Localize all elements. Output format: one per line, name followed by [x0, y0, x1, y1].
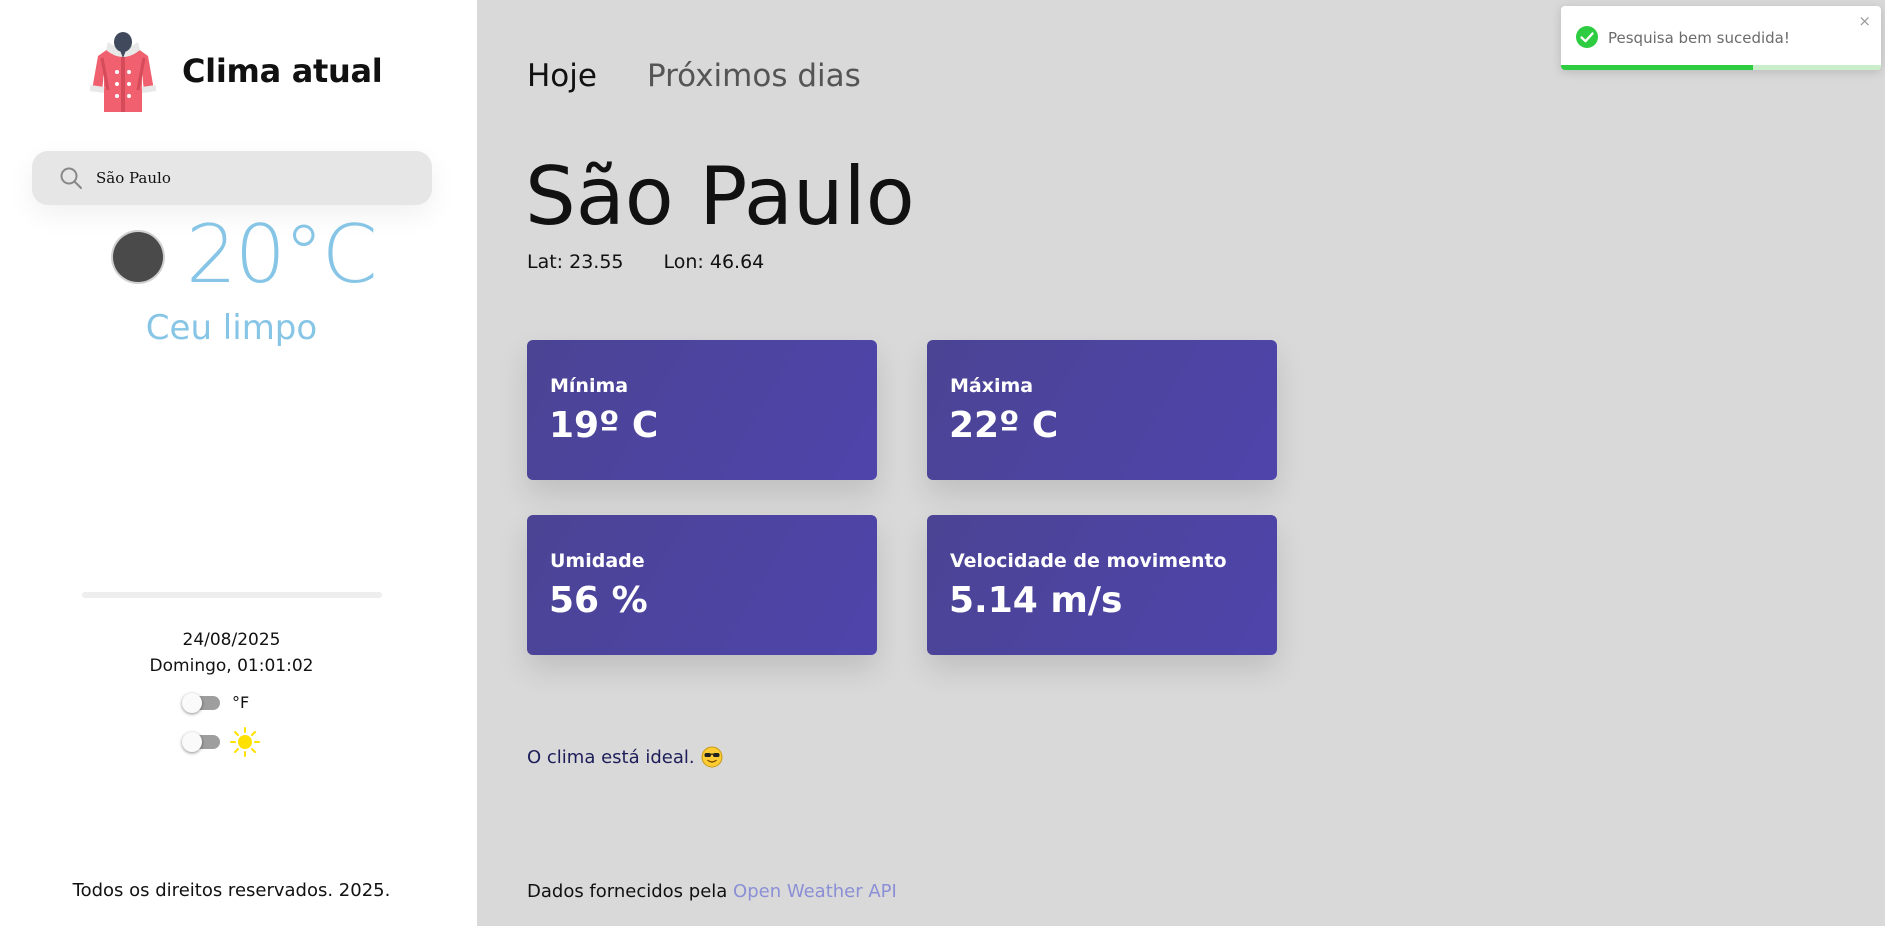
toggle-knob: [182, 692, 202, 713]
main-panel: Hoje Próximos dias São Paulo Lat: 23.55 L…: [477, 0, 1885, 926]
brand: Clima atual: [80, 28, 383, 114]
search-input[interactable]: [94, 168, 418, 188]
max-temp-card: Máxima 22º C: [927, 340, 1277, 480]
divider: [82, 592, 382, 598]
unit-toggle-row: °F: [182, 692, 250, 713]
weather-description: Ceu limpo: [145, 308, 318, 348]
weather-message: O clima está ideal.: [527, 746, 723, 768]
open-weather-link[interactable]: Open Weather API: [733, 881, 897, 902]
success-toast: Pesquisa bem sucedida! ×: [1561, 6, 1881, 70]
card-label: Umidade: [550, 550, 645, 572]
toast-message: Pesquisa bem sucedida!: [1608, 29, 1790, 47]
sidebar: Clima atual 20°C Ceu limpo 24/08/2025 Do…: [0, 0, 477, 926]
toast-progress-bar: [1561, 65, 1753, 70]
copyright-text: Todos os direitos reservados. 2025.: [72, 880, 391, 901]
moon-icon: [113, 232, 163, 282]
longitude: Lon: 46.64: [663, 251, 765, 273]
sun-icon: [230, 727, 260, 757]
city-name: São Paulo: [525, 150, 915, 243]
humidity-card: Umidade 56 %: [527, 515, 877, 655]
current-date: 24/08/2025: [182, 630, 281, 650]
coordinates: Lat: 23.55 Lon: 46.64: [527, 251, 764, 273]
search-icon[interactable]: [58, 165, 84, 191]
data-source-prefix: Dados fornecidos pela: [527, 881, 728, 902]
theme-toggle[interactable]: [182, 732, 220, 752]
sunglasses-emoji-icon: [701, 746, 723, 768]
card-label: Máxima: [950, 375, 1034, 397]
close-icon[interactable]: ×: [1858, 12, 1871, 30]
fahrenheit-label: °F: [232, 693, 250, 712]
search-bar[interactable]: [32, 151, 432, 205]
current-temperature: 20°C: [186, 208, 378, 301]
brand-title: Clima atual: [182, 52, 383, 90]
check-circle-icon: [1576, 26, 1598, 48]
weather-message-text: O clima está ideal.: [527, 746, 695, 768]
theme-toggle-row: [182, 727, 260, 757]
latitude: Lat: 23.55: [527, 251, 624, 273]
coat-logo-icon: [89, 32, 157, 112]
current-weather: 20°C: [0, 208, 477, 302]
card-value: 5.14 m/s: [949, 580, 1123, 621]
card-value: 19º C: [549, 405, 659, 446]
card-label: Velocidade de movimento: [950, 550, 1227, 572]
card-label: Mínima: [550, 375, 629, 397]
current-weekday-time: Domingo, 01:01:02: [149, 656, 314, 676]
data-source-footer: Dados fornecidos pela Open Weather API: [527, 881, 897, 902]
toggle-knob: [182, 732, 202, 752]
toast-progress-track: [1561, 65, 1881, 70]
card-value: 22º C: [949, 405, 1059, 446]
tab-next-days[interactable]: Próximos dias: [647, 58, 861, 94]
fahrenheit-toggle[interactable]: [182, 692, 220, 713]
card-value: 56 %: [549, 580, 648, 621]
tabs: Hoje Próximos dias: [527, 58, 911, 94]
min-temp-card: Mínima 19º C: [527, 340, 877, 480]
wind-speed-card: Velocidade de movimento 5.14 m/s: [927, 515, 1277, 655]
tab-today[interactable]: Hoje: [527, 58, 597, 94]
